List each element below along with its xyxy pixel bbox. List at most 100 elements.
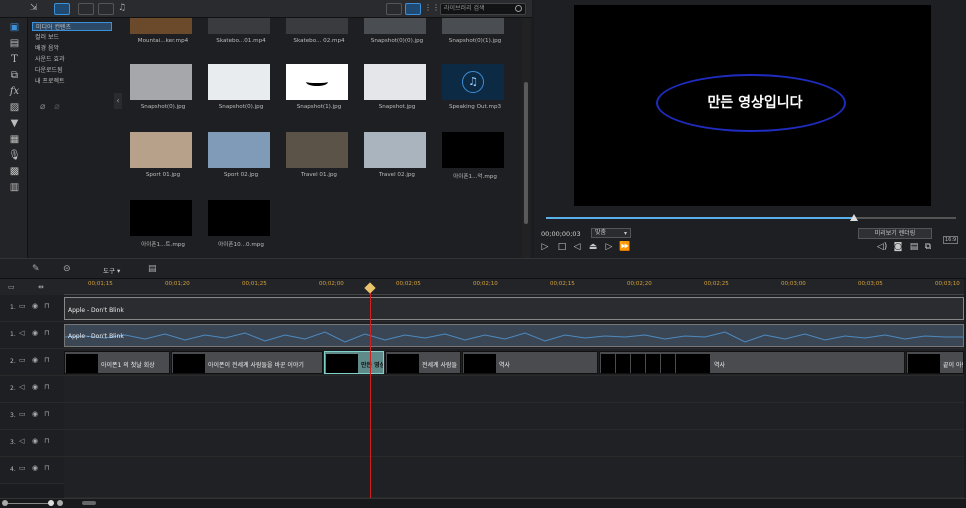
lock-icon[interactable]: ⊓ — [44, 329, 49, 337]
video-track-icon[interactable]: ▭ — [19, 464, 26, 472]
visibility-eye-icon[interactable]: ◉ — [32, 302, 38, 310]
zoom-out-icon[interactable] — [2, 500, 8, 506]
lock-icon[interactable]: ⊓ — [44, 383, 49, 391]
timeline-ruler[interactable]: 00;01;15 00;01;20 00;01;25 00;02;00 00;0… — [64, 279, 964, 295]
voice-over-icon[interactable]: 🎙 — [8, 150, 21, 161]
media-room-icon[interactable]: ▣ — [8, 22, 21, 33]
playhead-line[interactable] — [370, 287, 371, 499]
collapse-panel-button[interactable]: ‹ — [114, 93, 122, 109]
media-item[interactable]: Snapshot(1).jpg — [286, 64, 352, 110]
category-media-content[interactable]: 미디어 컨텐츠 — [32, 22, 112, 31]
filter-image-button[interactable] — [98, 3, 114, 15]
media-item[interactable]: Skatebo... 02.mp4 — [286, 18, 352, 44]
timeline-clip[interactable]: 역사 — [599, 351, 905, 374]
timeline-clip[interactable]: 역사 — [462, 351, 598, 374]
category-downloaded[interactable]: 다운로드됨 — [32, 66, 112, 75]
external-display-icon[interactable]: ⧉ — [922, 242, 934, 252]
add-tag-icon[interactable]: ⌀ — [40, 102, 45, 112]
zoom-fit-select[interactable]: 맞춤 ▾ — [591, 228, 631, 238]
pip-room-icon[interactable]: ▤ — [8, 38, 21, 49]
prev-frame-icon[interactable]: ◁ — [571, 242, 583, 252]
filter-audio-button[interactable]: ♫ — [118, 3, 134, 15]
media-item[interactable]: ♫ Speaking Out.mp3 — [442, 64, 508, 110]
lock-icon[interactable]: ⊓ — [44, 302, 49, 310]
visibility-eye-icon[interactable]: ◉ — [32, 383, 38, 391]
category-my-projects[interactable]: 내 프로젝트 — [32, 77, 112, 86]
media-item[interactable]: Mountai...ker.mp4 — [130, 18, 196, 44]
audio-track-icon[interactable]: ◁ — [19, 437, 24, 445]
media-item[interactable]: Travel 01.jpg — [286, 132, 352, 178]
fit-timeline-icon[interactable]: ⇹ — [38, 283, 44, 291]
preview-render-button[interactable]: 미리보기 렌더링 — [858, 228, 932, 239]
lane-video-1[interactable]: Apple - Don't Blink — [64, 295, 964, 322]
visibility-eye-icon[interactable]: ◉ — [32, 410, 38, 418]
category-color-board[interactable]: 컬러 보드 — [32, 33, 112, 42]
grid-view-button[interactable] — [405, 3, 421, 15]
aspect-ratio-badge[interactable]: 16:9 — [943, 236, 959, 244]
fix-enhance-icon[interactable]: ⊝ — [63, 264, 71, 274]
lock-icon[interactable]: ⊓ — [44, 437, 49, 445]
zoom-handle[interactable] — [48, 500, 54, 506]
selected-timeline-clip[interactable]: 만든 영상 — [324, 351, 384, 374]
transition-room-icon[interactable]: ⧉ — [8, 70, 21, 81]
video-track-icon[interactable]: ▭ — [19, 302, 26, 310]
preview-timecode[interactable]: 00;00;00;03 — [541, 230, 581, 238]
tools-menu[interactable]: 도구 ▾ — [103, 265, 120, 275]
video-track-icon[interactable]: ▭ — [19, 356, 26, 364]
particle-room-icon[interactable]: ▨ — [8, 102, 21, 113]
next-frame-icon[interactable]: ▷ — [603, 242, 615, 252]
title-room-icon[interactable]: T — [8, 54, 21, 65]
snapshot-icon[interactable]: ⏏ — [587, 242, 599, 252]
timeline-clip[interactable]: 아이폰이 전세계 사람들을 바꾼 이야기 — [171, 351, 323, 374]
category-sound-fx[interactable]: 사운드 효과 — [32, 55, 112, 64]
lane-audio-2[interactable] — [64, 376, 964, 403]
audio-track-icon[interactable]: ◁ — [19, 329, 24, 337]
search-icon[interactable] — [515, 5, 522, 12]
media-item[interactable]: Snapshot(0).jpg — [208, 64, 274, 110]
video-track-icon[interactable]: ▭ — [19, 410, 26, 418]
media-item[interactable]: 아이폰1...억.mpg — [442, 132, 508, 180]
media-filter-all-button[interactable] — [54, 3, 70, 15]
volume-icon[interactable]: ◁) — [876, 242, 888, 252]
scroll-thumb[interactable] — [524, 82, 528, 224]
filter-video-button[interactable] — [78, 3, 94, 15]
media-item[interactable]: 아이폰10...0.mpg — [208, 200, 274, 248]
visibility-eye-icon[interactable]: ◉ — [32, 464, 38, 472]
visibility-eye-icon[interactable]: ◉ — [32, 437, 38, 445]
visibility-eye-icon[interactable]: ◉ — [32, 356, 38, 364]
lane-audio-3[interactable] — [64, 430, 964, 457]
media-item[interactable]: Travel 02.jpg — [364, 132, 430, 178]
media-item[interactable]: Snapshot(0)(1).jpg — [442, 18, 508, 44]
lane-audio-1[interactable]: Apple - Don't Blink — [64, 322, 964, 349]
lock-icon[interactable]: ⊓ — [44, 410, 49, 418]
media-item[interactable]: Sport 02.jpg — [208, 132, 274, 178]
library-search-input[interactable]: 라이브러리 검색 — [440, 3, 526, 15]
visibility-eye-icon[interactable]: ◉ — [32, 329, 38, 337]
media-item[interactable]: Sport 01.jpg — [130, 132, 196, 178]
play-icon[interactable]: ▷ — [539, 242, 551, 252]
subtitle-room-icon[interactable]: ▦ — [8, 134, 21, 145]
stop-icon[interactable]: □ — [556, 242, 568, 252]
keyframe-icon[interactable]: ▤ — [148, 264, 157, 274]
library-scrollbar[interactable] — [522, 18, 530, 258]
lane-video-3[interactable] — [64, 403, 964, 430]
remove-tag-icon[interactable]: ⌀ — [54, 102, 59, 112]
timeline-scroll-thumb[interactable] — [82, 501, 96, 505]
timeline-clip[interactable]: 아이폰1 의 첫날 회상 — [64, 351, 170, 374]
audio-clip[interactable]: Apple - Don't Blink — [64, 324, 964, 347]
effects-room-icon[interactable]: fx — [8, 86, 21, 97]
media-item[interactable]: 아이폰1...트.mpg — [130, 200, 196, 248]
fast-forward-icon[interactable]: ⏩ — [619, 242, 631, 252]
chapter-room-icon[interactable]: ▩ — [8, 166, 21, 177]
audio-track-icon[interactable]: ◁ — [19, 383, 24, 391]
audio-mixing-icon[interactable]: ▥ — [8, 182, 21, 193]
track-manager-icon[interactable]: ▭ — [8, 283, 15, 291]
media-item[interactable]: Snapshot(0)(0).jpg — [364, 18, 430, 44]
edit-tool-icon[interactable]: ✎ — [32, 264, 40, 274]
mask-room-icon[interactable]: ▼ — [8, 118, 21, 129]
lane-video-4[interactable] — [64, 457, 964, 498]
list-view-button[interactable] — [386, 3, 402, 15]
zoom-in-icon[interactable] — [57, 500, 63, 506]
lock-icon[interactable]: ⊓ — [44, 356, 49, 364]
timeline-clip[interactable]: Apple - Don't Blink — [64, 297, 964, 320]
